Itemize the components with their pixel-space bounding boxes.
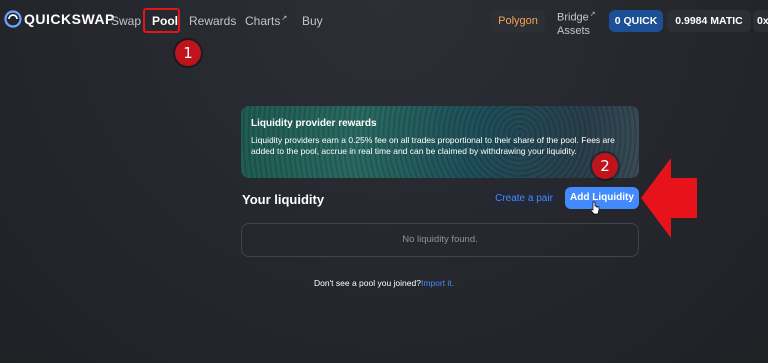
red-arrow-icon [641, 158, 697, 238]
top-navigation-bar: QUICKSWAP Swap Pool Rewards Charts↗ Buy … [0, 0, 768, 42]
bridge-label-line2: Assets [557, 24, 591, 37]
mouse-cursor-icon [590, 201, 600, 215]
nav-buy[interactable]: Buy [302, 14, 323, 28]
import-link[interactable]: Import it. [421, 278, 454, 288]
quickswap-logo[interactable]: QUICKSWAP [4, 10, 115, 28]
create-pair-button[interactable]: Create a pair [490, 189, 558, 209]
logo-text: QUICKSWAP [24, 11, 115, 27]
external-link-icon: ↗ [281, 15, 288, 22]
import-pool-prompt: Don't see a pool you joined?Import it. [0, 278, 768, 288]
bridge-label-line1: Bridge [557, 11, 589, 24]
nav-swap[interactable]: Swap [111, 14, 141, 28]
no-liquidity-box: No liquidity found. [241, 223, 639, 257]
external-link-icon: ↗ [589, 11, 596, 18]
nav-charts-label: Charts [245, 14, 281, 28]
quickswap-logo-icon [4, 10, 22, 28]
import-prompt-text: Don't see a pool you joined? [313, 278, 421, 288]
step-2-badge: 2 [592, 153, 618, 179]
wallet-address-button[interactable]: 0x [753, 10, 768, 32]
nav-rewards[interactable]: Rewards [189, 14, 236, 28]
liquidity-rewards-card: Liquidity provider rewards Liquidity pro… [241, 106, 639, 178]
rewards-card-title: Liquidity provider rewards [251, 118, 377, 129]
rewards-card-text: Liquidity providers earn a 0.25% fee on … [251, 135, 615, 156]
step-1-badge: 1 [175, 40, 201, 66]
bridge-assets-link[interactable]: Bridge↗ Assets [557, 8, 596, 38]
network-button[interactable]: Polygon [491, 10, 545, 32]
add-liquidity-button[interactable]: Add Liquidity [565, 187, 639, 209]
pool-highlight-box [143, 8, 180, 33]
nav-charts[interactable]: Charts↗ [245, 14, 287, 28]
your-liquidity-heading: Your liquidity [242, 192, 325, 207]
matic-balance: 0.9984 MATIC [667, 10, 751, 32]
quick-balance-button[interactable]: 0 QUICK [609, 10, 663, 32]
